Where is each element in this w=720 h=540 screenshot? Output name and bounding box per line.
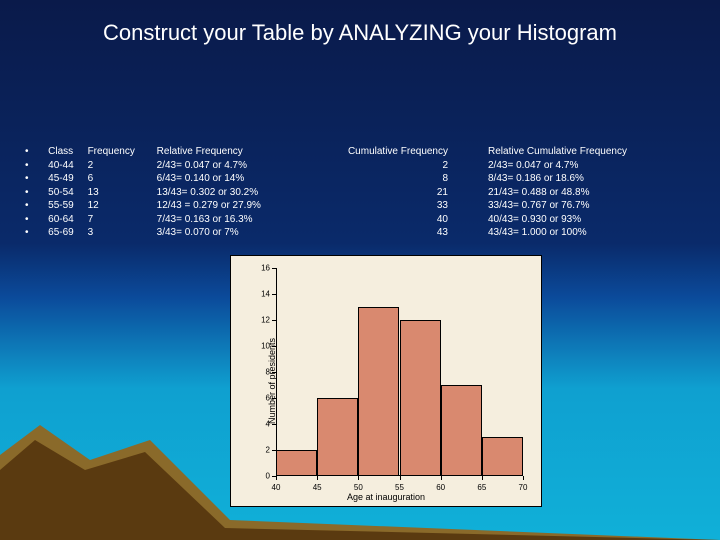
x-axis-label: Age at inauguration (231, 492, 541, 502)
col-frequency: Frequency (88, 145, 157, 159)
y-tick-label: 10 (256, 342, 270, 351)
y-tick-label: 14 (256, 290, 270, 299)
y-tick-label: 8 (256, 368, 270, 377)
y-tick-label: 4 (256, 420, 270, 429)
col-relative-frequency: Relative Frequency (157, 145, 310, 159)
y-tick-label: 0 (256, 472, 270, 481)
x-tick-label: 55 (395, 483, 404, 492)
y-tick (272, 268, 276, 269)
histogram-bar (276, 450, 317, 476)
y-tick-label: 16 (256, 264, 270, 273)
x-tick-label: 70 (519, 483, 528, 492)
y-tick-label: 2 (256, 446, 270, 455)
frequency-table: • Class Frequency Relative Frequency Cum… (25, 145, 700, 240)
table-header-row: • Class Frequency Relative Frequency Cum… (25, 145, 700, 159)
y-tick (272, 346, 276, 347)
x-tick-label: 60 (436, 483, 445, 492)
y-tick (272, 398, 276, 399)
histogram-bar (400, 320, 441, 476)
y-axis (276, 268, 277, 476)
y-tick-label: 6 (256, 394, 270, 403)
table-row: •60-6477/43= 0.163 or 16.3%4040/43= 0.93… (25, 213, 700, 227)
y-tick (272, 294, 276, 295)
col-relative-cumulative-frequency: Relative Cumulative Frequency (488, 145, 700, 159)
bullet-icon: • (25, 145, 48, 159)
plot-area: 024681012141640455055606570 (276, 268, 523, 476)
x-tick-label: 50 (354, 483, 363, 492)
y-tick (272, 372, 276, 373)
histogram-chart: Number of presidents Age at inauguration… (230, 255, 542, 507)
table-row: •40-4422/43= 0.047 or 4.7%22/43= 0.047 o… (25, 159, 700, 173)
table-row: •45-4966/43= 0.140 or 14%88/43= 0.186 or… (25, 172, 700, 186)
y-tick (272, 424, 276, 425)
col-class: Class (48, 145, 87, 159)
x-tick-label: 40 (272, 483, 281, 492)
x-tick (482, 476, 483, 480)
y-tick (272, 320, 276, 321)
y-tick-label: 12 (256, 316, 270, 325)
histogram-bar (358, 307, 399, 476)
slide-title: Construct your Table by ANALYZING your H… (0, 20, 720, 46)
histogram-bar (482, 437, 523, 476)
x-tick-label: 65 (477, 483, 486, 492)
x-tick-label: 45 (313, 483, 322, 492)
x-tick (358, 476, 359, 480)
table-row: •55-591212/43 = 0.279 or 27.9%3333/43= 0… (25, 199, 700, 213)
table-row: •65-6933/43= 0.070 or 7%4343/43= 1.000 o… (25, 226, 700, 240)
histogram-bar (441, 385, 482, 476)
x-tick (317, 476, 318, 480)
x-tick (400, 476, 401, 480)
col-cumulative-frequency: Cumulative Frequency (310, 145, 488, 159)
x-tick (441, 476, 442, 480)
histogram-bar (317, 398, 358, 476)
x-tick (523, 476, 524, 480)
x-tick (276, 476, 277, 480)
table-row: •50-541313/43= 0.302 or 30.2%2121/43= 0.… (25, 186, 700, 200)
